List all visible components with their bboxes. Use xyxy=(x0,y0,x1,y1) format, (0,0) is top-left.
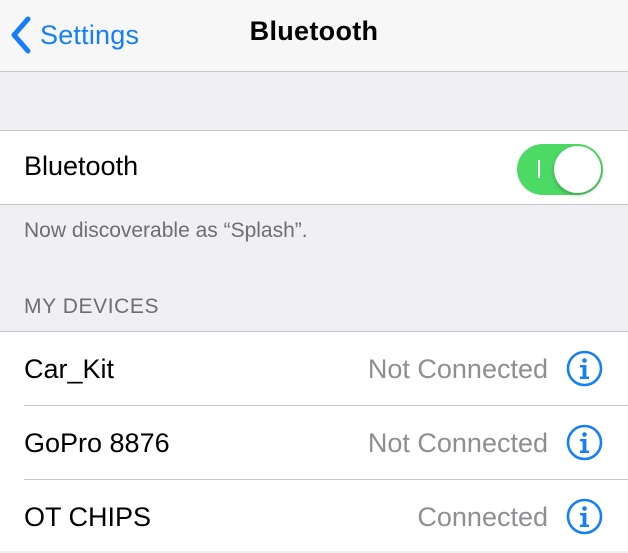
info-icon[interactable] xyxy=(566,350,603,387)
bluetooth-switch[interactable] xyxy=(517,144,603,195)
device-name: Car_Kit xyxy=(24,354,115,384)
switch-on-mark xyxy=(538,160,540,178)
info-icon[interactable] xyxy=(566,498,603,535)
switch-knob xyxy=(554,146,601,193)
discoverable-note: Now discoverable as “Splash”. xyxy=(24,219,308,242)
info-icon[interactable] xyxy=(566,424,603,461)
device-status: Connected xyxy=(417,502,548,532)
devices-list: Car_Kit Not Connected GoPro 8876 Not Con… xyxy=(0,331,628,551)
device-status: Not Connected xyxy=(367,354,548,384)
device-status: Not Connected xyxy=(367,428,548,458)
device-row-gopro-8876[interactable]: GoPro 8876 Not Connected xyxy=(0,406,628,480)
bluetooth-label: Bluetooth xyxy=(24,151,139,181)
device-name: GoPro 8876 xyxy=(24,428,170,458)
device-row-ot-chips[interactable]: OT CHIPS Connected xyxy=(0,480,628,553)
my-devices-header: MY DEVICES xyxy=(24,295,160,318)
navigation-bar: Settings Bluetooth xyxy=(0,0,628,72)
page-title: Bluetooth xyxy=(249,16,379,46)
device-row-car-kit[interactable]: Car_Kit Not Connected xyxy=(0,332,628,406)
bluetooth-toggle-row: Bluetooth xyxy=(0,130,628,205)
device-name: OT CHIPS xyxy=(24,502,152,532)
